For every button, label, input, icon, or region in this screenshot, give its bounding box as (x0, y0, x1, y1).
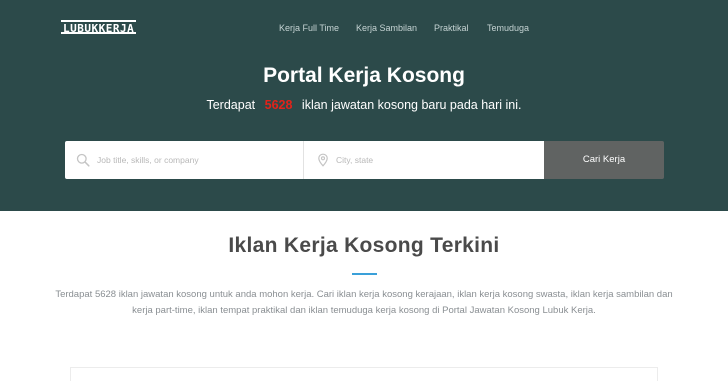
job-search-input[interactable] (97, 141, 297, 179)
job-search-form: Cari Kerja (65, 141, 664, 179)
hero-subtitle-prefix: Terdapat (206, 98, 256, 112)
hero-title: Portal Kerja Kosong (263, 64, 465, 87)
job-listing-card (70, 367, 658, 381)
main-nav: Kerja Full Time Kerja Sambilan Praktikal… (0, 21, 728, 35)
location-field-wrapper (304, 141, 544, 179)
section-description: Terdapat 5628 iklan jawatan kosong untuk… (55, 289, 673, 316)
hero-subtitle-suffix: iklan jawatan kosong baru pada hari ini. (301, 98, 522, 112)
hero-subtitle: Terdapat 5628 iklan jawatan kosong baru … (0, 96, 728, 114)
nav-item-temuduga[interactable]: Temuduga (487, 21, 529, 35)
section-divider (352, 273, 377, 275)
location-input[interactable] (336, 141, 536, 179)
search-icon (76, 153, 90, 167)
job-count-badge: 5628 (264, 98, 293, 112)
nav-item-kerja-sambilan[interactable]: Kerja Sambilan (356, 21, 417, 35)
job-field-wrapper (65, 141, 304, 179)
hero-banner: LUBUKKERJA Kerja Full Time Kerja Sambila… (0, 0, 728, 211)
section-title: Iklan Kerja Kosong Terkini (228, 234, 500, 257)
search-button[interactable]: Cari Kerja (544, 141, 664, 179)
nav-item-kerja-full-time[interactable]: Kerja Full Time (279, 21, 339, 35)
nav-item-praktikal[interactable]: Praktikal (434, 21, 469, 35)
location-pin-icon (318, 153, 328, 167)
